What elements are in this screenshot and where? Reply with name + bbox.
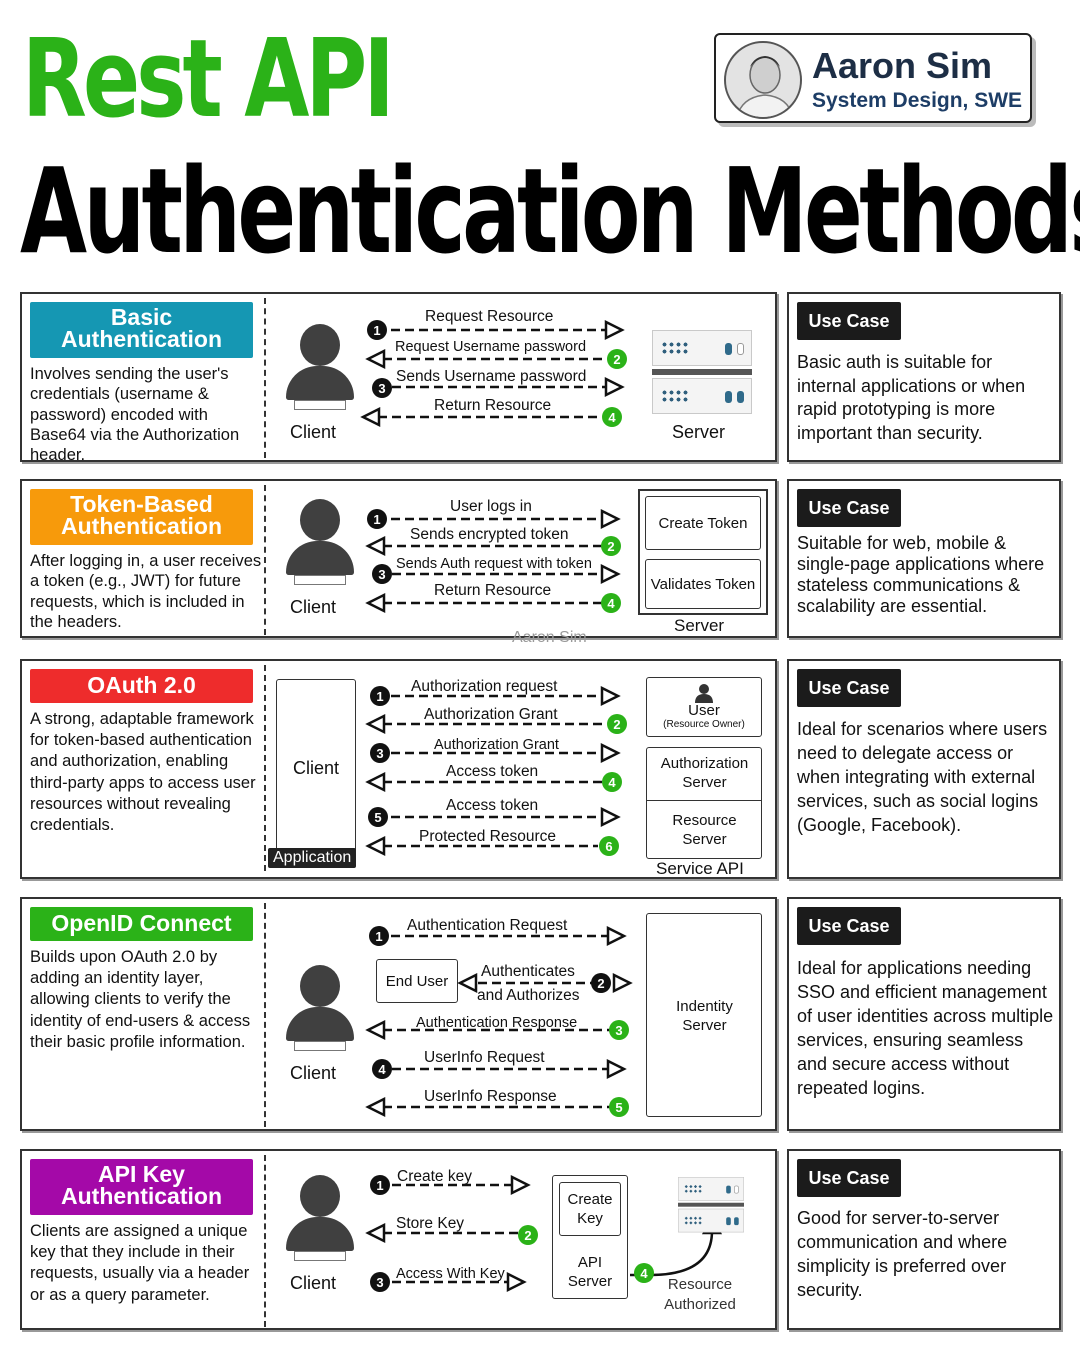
authenticates-label: Authenticates [481, 963, 575, 980]
authorization-server-label: Authorization Server [660, 755, 749, 791]
use-case-text: Basic auth is suitable for internal appl… [797, 352, 1026, 443]
oauth-use-case: Use Case Ideal for scenarios where users… [787, 659, 1061, 879]
step-1-marker: 1 [369, 926, 389, 946]
use-case-text: Good for server-to-server communication … [797, 1208, 1008, 1300]
step-3-marker: 3 [370, 1272, 390, 1292]
api-server-label: API Server [567, 1254, 613, 1290]
api-key-panel: API Key Authentication Clients are assig… [20, 1149, 777, 1330]
step-2-marker: 2 [591, 973, 611, 993]
and-authorizes-label: and Authorizes [477, 987, 580, 1004]
step-6-marker: 6 [599, 836, 619, 856]
user-label: User [688, 702, 720, 719]
step-4-marker: 4 [601, 593, 621, 613]
resource-authorized-label: Resource Authorized [664, 1276, 736, 1313]
author-card: Aaron Sim System Design, SWE [714, 33, 1032, 123]
use-case-text: Ideal for scenarios where users need to … [797, 719, 1048, 835]
validates-token-box: Validates Token [645, 559, 761, 609]
use-case-text: Suitable for web, mobile & single-page a… [797, 533, 1045, 616]
step-5-label: Access token [446, 797, 539, 814]
step-3-label: Sends Auth request with token [396, 556, 592, 572]
step-2-label: Request Username password [395, 339, 587, 355]
oauth-panel: OAuth 2.0 A strong, adaptable framework … [20, 659, 777, 879]
token-auth-use-case: Use Case Suitable for web, mobile & sing… [787, 479, 1061, 638]
step-3-marker: 3 [372, 378, 392, 398]
step-5-marker: 5 [368, 807, 388, 827]
step-2-marker: 2 [607, 714, 627, 734]
step-1-label: Authentication Request [407, 917, 568, 934]
author-role: System Design, SWE [812, 89, 1023, 112]
step-3-label: Authentication Response [416, 1015, 578, 1031]
author-avatar [724, 41, 802, 119]
user-icon [695, 684, 713, 703]
user-sublabel: (Resource Owner) [663, 719, 745, 730]
server-label: Server [674, 616, 725, 635]
step-2-marker: 2 [601, 536, 621, 556]
step-5-marker: 5 [609, 1097, 629, 1117]
step-1-label: User logs in [450, 498, 532, 515]
use-case-tag: Use Case [797, 1159, 901, 1197]
step-2-marker: 2 [518, 1225, 538, 1245]
step-1-marker: 1 [370, 686, 390, 706]
use-case-tag: Use Case [797, 489, 901, 527]
step-2-label: Store Key [396, 1215, 465, 1232]
step-3-marker: 3 [609, 1020, 629, 1040]
step-1-label: Create key [397, 1168, 472, 1185]
server-icon [652, 330, 752, 416]
step-3-marker: 3 [370, 743, 390, 763]
step-2-marker: 2 [607, 349, 627, 369]
step-4-marker: 4 [634, 1263, 654, 1283]
step-4-label: Return Resource [434, 582, 552, 599]
basic-auth-panel: Basic Authentication Involves sending th… [20, 292, 777, 464]
create-key-box: Create Key [559, 1182, 621, 1236]
service-divider [647, 800, 761, 801]
step-5-label: UserInfo Response [424, 1088, 557, 1105]
use-case-tag: Use Case [797, 302, 901, 340]
step-1-marker: 1 [367, 509, 387, 529]
step-3-label: Authorization Grant [434, 737, 559, 753]
server-label: Server [672, 422, 726, 442]
step-1-marker: 1 [367, 320, 387, 340]
step-4-marker: 4 [372, 1059, 392, 1079]
service-api-label: Service API [656, 859, 744, 878]
create-token-box: Create Token [645, 496, 761, 550]
openid-arrows [365, 925, 633, 1118]
step-3-label: Access With Key [396, 1266, 505, 1282]
step-3-marker: 3 [372, 564, 392, 584]
api-key-use-case: Use Case Good for server-to-server commu… [787, 1149, 1061, 1330]
title-line-2: Authentication Methods [20, 142, 1080, 280]
step-1-marker: 1 [370, 1175, 390, 1195]
step-1-label: Request Resource [425, 308, 554, 325]
step-3-label: Sends Username password [396, 368, 587, 385]
user-resource-owner-box: User (Resource Owner) [646, 677, 762, 737]
resource-server-label: Resource Server [672, 812, 737, 848]
token-auth-panel: Token-Based Authentication After logging… [20, 479, 777, 646]
step-4-marker: 4 [602, 407, 622, 427]
author-name: Aaron Sim [812, 45, 993, 86]
step-1-label: Authorization request [411, 678, 558, 695]
step-4-label: UserInfo Request [424, 1049, 545, 1066]
step-2-label: Authorization Grant [424, 706, 558, 723]
step-6-label: Protected Resource [419, 828, 556, 845]
resource-server-icon [678, 1177, 744, 1234]
openid-use-case: Use Case Ideal for applications needing … [787, 897, 1061, 1131]
step-4-marker: 4 [602, 772, 622, 792]
use-case-text: Ideal for applications needing SSO and e… [797, 958, 1054, 1098]
use-case-tag: Use Case [797, 669, 901, 707]
step-2-label: Sends encrypted token [410, 526, 569, 543]
title-line-1: Rest API [22, 17, 395, 142]
step-4-label: Access token [446, 763, 539, 780]
use-case-tag: Use Case [797, 907, 901, 945]
step-4-label: Return Resource [434, 397, 552, 414]
openid-panel: OpenID Connect Builds upon OAuth 2.0 by … [20, 897, 777, 1131]
watermark: Aaron Sim [512, 629, 587, 646]
basic-auth-use-case: Use Case Basic auth is suitable for inte… [787, 292, 1061, 462]
